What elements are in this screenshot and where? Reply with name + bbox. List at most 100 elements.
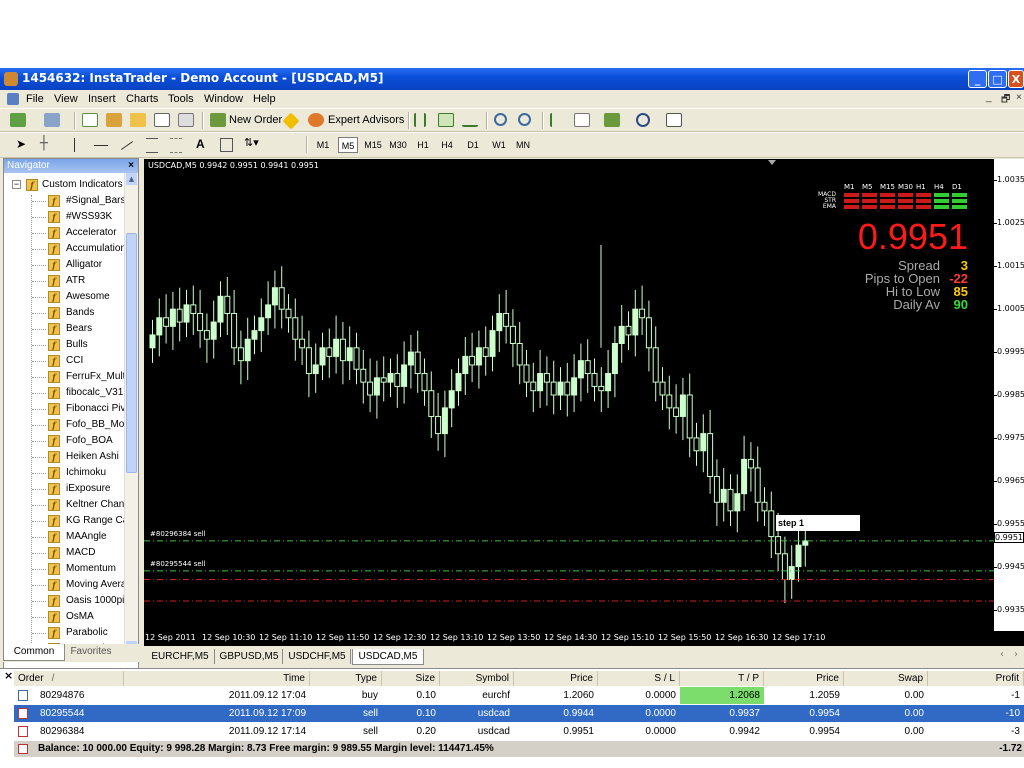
menu-tools[interactable]: Tools <box>168 93 194 105</box>
mdi-close-button[interactable]: × <box>1016 92 1022 103</box>
nav-indicator-item[interactable]: f Bulls <box>4 337 126 353</box>
text-tool[interactable]: A <box>196 137 205 151</box>
tab-favorites[interactable]: Favorites <box>63 644 119 660</box>
zoom-out-icon[interactable] <box>518 113 531 126</box>
nav-indicator-item[interactable]: f iExposure <box>4 481 126 497</box>
nav-indicator-item[interactable]: f Accumulation <box>4 241 126 257</box>
mdi-restore-button[interactable]: 🗗 <box>1001 92 1010 109</box>
nav-indicator-item[interactable]: f Bears <box>4 321 126 337</box>
col-swap[interactable]: Swap <box>844 671 928 686</box>
order-row[interactable]: 80294876 2011.09.12 17:04 buy 0.10 eurchf 1.2… <box>14 687 1024 704</box>
mdi-minimize-button[interactable]: _ <box>986 92 992 103</box>
nav-indicator-item[interactable]: f MAAngle <box>4 529 126 545</box>
nav-indicator-item[interactable]: f Alligator <box>4 257 126 273</box>
tab-common[interactable]: Common <box>3 644 65 661</box>
tabs-left-arrow-icon[interactable]: ‹ <box>1000 649 1004 660</box>
vertical-line-icon[interactable] <box>74 138 75 152</box>
auto-scroll-icon[interactable] <box>574 113 590 127</box>
close-button[interactable]: X <box>1008 70 1024 88</box>
templates-icon[interactable] <box>666 113 682 127</box>
metaeditor-icon[interactable] <box>282 112 300 130</box>
col-sl[interactable]: S / L <box>598 671 680 686</box>
collapse-icon[interactable]: − <box>12 180 21 189</box>
menu-view[interactable]: View <box>54 93 78 105</box>
timeframe-m30[interactable]: M30 <box>387 137 409 153</box>
strategy-tester-icon[interactable] <box>178 113 194 127</box>
nav-indicator-item[interactable]: f KG Range Ca <box>4 513 126 529</box>
new-order-icon[interactable] <box>210 113 226 127</box>
nav-indicator-item[interactable]: f Fofo_BB_Mor <box>4 417 126 433</box>
timeframe-d1[interactable]: D1 <box>464 137 482 153</box>
market-watch-icon[interactable] <box>82 113 98 127</box>
indicators-icon[interactable] <box>604 113 620 127</box>
maximize-button[interactable]: □ <box>988 70 1007 88</box>
candlesticks-icon[interactable] <box>438 113 454 127</box>
col-order[interactable]: Order / <box>14 671 124 686</box>
nav-indicator-item[interactable]: f #WSS93K <box>4 209 126 225</box>
menu-charts[interactable]: Charts <box>126 93 158 105</box>
navigator-close-button[interactable]: × <box>128 159 134 173</box>
nav-indicator-item[interactable]: f Oasis 1000pi <box>4 593 126 609</box>
nav-indicator-item[interactable]: f Moving Avera <box>4 577 126 593</box>
col-price[interactable]: Price <box>514 671 598 686</box>
scroll-up-arrow-icon[interactable]: ▲ <box>126 173 137 185</box>
tabs-right-arrow-icon[interactable]: › <box>1014 649 1018 660</box>
nav-indicator-item[interactable]: f MACD <box>4 545 126 561</box>
scroll-thumb[interactable] <box>126 233 137 473</box>
nav-indicator-item[interactable]: f Keltner Chan <box>4 497 126 513</box>
new-chart-icon[interactable] <box>10 113 26 127</box>
nav-indicator-item[interactable]: f Momentum <box>4 561 126 577</box>
menu-help[interactable]: Help <box>253 93 276 105</box>
arrows-icon[interactable]: ⇅▾ <box>244 136 259 149</box>
col-symbol[interactable]: Symbol <box>440 671 514 686</box>
timeframe-m1[interactable]: M1 <box>314 137 332 153</box>
fibonacci-icon[interactable] <box>170 138 182 153</box>
chart-tab-usdcad[interactable]: USDCAD,M5 <box>352 649 424 665</box>
bar-chart-icon[interactable] <box>414 113 426 127</box>
chart-tab-usdchf[interactable]: USDCHF,M5 <box>284 649 351 664</box>
order-row[interactable]: 80296384 2011.09.12 17:14 sell 0.20 usdcad 0.… <box>14 723 1024 740</box>
timeframe-mn[interactable]: MN <box>513 137 533 153</box>
cursor-icon[interactable]: ➤ <box>16 137 26 151</box>
nav-indicator-item[interactable]: f #Signal_Bars <box>4 193 126 209</box>
data-window-icon[interactable] <box>106 113 122 127</box>
timeframe-w1[interactable]: W1 <box>489 137 509 153</box>
nav-indicator-item[interactable]: f CCI <box>4 353 126 369</box>
nav-indicator-item[interactable]: f Parabolic <box>4 625 126 641</box>
nav-indicator-item[interactable]: f FerruFx_Mult <box>4 369 126 385</box>
navigator-icon[interactable] <box>130 113 146 127</box>
col-time[interactable]: Time <box>124 671 310 686</box>
terminal-close-button[interactable]: × <box>4 669 13 682</box>
channel-icon[interactable] <box>146 138 158 153</box>
nav-indicator-item[interactable]: f Awesome <box>4 289 126 305</box>
menu-window[interactable]: Window <box>204 93 243 105</box>
line-chart-icon[interactable] <box>462 113 478 127</box>
col-size[interactable]: Size <box>382 671 440 686</box>
trendline-icon[interactable] <box>120 141 134 150</box>
nav-indicator-item[interactable]: f Bands <box>4 305 126 321</box>
nav-indicator-item[interactable]: f Ichimoku <box>4 465 126 481</box>
price-chart[interactable]: USDCAD,M5 0.9942 0.9951 0.9941 0.9951 M1… <box>144 159 994 631</box>
menu-file[interactable]: File <box>26 93 44 105</box>
nav-indicator-item[interactable]: f fibocalc_V31 <box>4 385 126 401</box>
timeframe-h1[interactable]: H1 <box>414 137 432 153</box>
chart-tab-gbpusd[interactable]: GBPUSD,M5 <box>216 649 283 664</box>
timeframe-h4[interactable]: H4 <box>438 137 456 153</box>
timeframe-m15[interactable]: M15 <box>362 137 384 153</box>
chart-tab-eurchf[interactable]: EURCHF,M5 <box>146 649 215 664</box>
periods-clock-icon[interactable] <box>636 113 650 127</box>
chart-shift-icon[interactable] <box>550 113 566 127</box>
menu-insert[interactable]: Insert <box>88 93 116 105</box>
timeframe-m5[interactable]: M5 <box>338 137 358 153</box>
nav-indicator-item[interactable]: f Fibonacci Pivo <box>4 401 126 417</box>
nav-indicator-item[interactable]: f Fofo_BOA <box>4 433 126 449</box>
nav-indicator-item[interactable]: f OsMA <box>4 609 126 625</box>
nav-indicator-item[interactable]: f ATR <box>4 273 126 289</box>
step-label[interactable]: step 1 <box>776 515 860 531</box>
col-profit[interactable]: Profit <box>928 671 1024 686</box>
col-tp[interactable]: T / P <box>680 671 764 686</box>
text-label-icon[interactable] <box>220 138 233 152</box>
order-row[interactable]: 80295544 2011.09.12 17:09 sell 0.10 usdcad 0.… <box>14 705 1024 722</box>
chart-window-icon[interactable] <box>7 93 19 105</box>
new-order-button[interactable]: New Order <box>229 114 282 126</box>
